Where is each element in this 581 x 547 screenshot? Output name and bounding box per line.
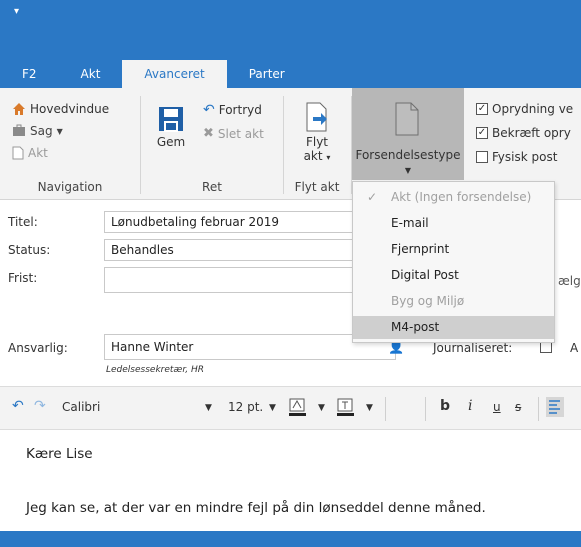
bekraeft-checkbox-row[interactable]: Bekræft opry bbox=[476, 126, 571, 140]
font-color-icon[interactable] bbox=[336, 397, 356, 420]
dropdown-item-label: Akt (Ingen forsendelse) bbox=[391, 190, 532, 204]
font-dropdown-icon[interactable]: ▼ bbox=[205, 403, 212, 413]
status-label: Status: bbox=[8, 243, 51, 257]
sag-button[interactable]: Sag ▼ bbox=[12, 124, 63, 138]
divider bbox=[425, 397, 426, 421]
bold-button[interactable]: b bbox=[440, 398, 450, 414]
dropdown-item-byg-og-miljo[interactable]: Byg og Miljø bbox=[353, 290, 554, 313]
journaliseret-label: Journaliseret: bbox=[433, 341, 513, 355]
document-icon bbox=[12, 146, 24, 160]
akt-button[interactable]: Akt bbox=[12, 146, 48, 160]
home-icon bbox=[13, 103, 25, 115]
divider bbox=[385, 397, 386, 421]
editor-body[interactable]: Kære Lise Jeg kan se, at der var en mind… bbox=[0, 430, 581, 531]
dropdown-item-akt[interactable]: ✓ Akt (Ingen forsendelse) bbox=[353, 186, 554, 209]
akt-label: Akt bbox=[28, 146, 48, 160]
dropdown-item-digital-post[interactable]: Digital Post bbox=[353, 264, 554, 287]
dropdown-item-label: Digital Post bbox=[391, 268, 459, 282]
quick-access-menu-icon[interactable]: ▾ bbox=[14, 6, 19, 17]
highlight-dropdown-icon[interactable]: ▼ bbox=[318, 403, 325, 413]
ansvarlig-label: Ansvarlig: bbox=[8, 341, 68, 355]
underline-button[interactable]: u bbox=[493, 400, 501, 414]
flyt-group: Flyt akt ▾ Flyt akt bbox=[284, 88, 350, 200]
undo-icon[interactable]: ↶ bbox=[12, 398, 24, 414]
status-bar bbox=[0, 531, 581, 547]
sag-label: Sag bbox=[30, 124, 53, 138]
frist-input[interactable] bbox=[104, 267, 356, 293]
chevron-down-icon: ▼ bbox=[56, 126, 63, 136]
forsendelsestype-label: Forsendelsestype bbox=[355, 148, 461, 162]
fortryd-button[interactable]: ↶ Fortryd bbox=[203, 102, 262, 118]
title-bar: ▾ F2 Akt Avanceret Parter bbox=[0, 0, 581, 88]
bekraeft-label: Bekræft opry bbox=[492, 126, 571, 140]
dropdown-item-label: Fjernprint bbox=[391, 242, 450, 256]
ret-group: Gem ↶ Fortryd ✖ Slet akt Ret bbox=[141, 88, 283, 200]
navigation-group: Hovedvindue Sag ▼ Akt Navigation bbox=[0, 88, 140, 200]
flyt-label-line2: akt bbox=[303, 149, 323, 163]
redo-icon[interactable]: ↷ bbox=[34, 398, 46, 414]
gem-label: Gem bbox=[156, 135, 186, 149]
size-select[interactable]: 12 pt. bbox=[228, 400, 263, 414]
chevron-down-icon: ▾ bbox=[326, 153, 331, 162]
dropdown-item-label: M4-post bbox=[391, 320, 440, 334]
ansvarlig-subtitle: Ledelsessekretær, HR bbox=[106, 365, 204, 375]
dropdown-item-label: E-mail bbox=[391, 216, 429, 230]
flyt-label-line1: Flyt bbox=[305, 135, 329, 149]
dropdown-item-m4-post[interactable]: M4-post bbox=[353, 316, 554, 339]
flyt-group-label: Flyt akt bbox=[294, 180, 340, 194]
titel-input[interactable]: Lønudbetaling februar 2019 bbox=[104, 211, 356, 233]
oprydning-label: Oprydning ve bbox=[492, 102, 574, 116]
slet-akt-label: Slet akt bbox=[217, 126, 264, 141]
align-left-icon[interactable] bbox=[546, 397, 564, 420]
chevron-down-icon: ▼ bbox=[404, 166, 412, 175]
frist-right-text: ælg bbox=[558, 274, 581, 288]
frist-label: Frist: bbox=[8, 271, 38, 285]
dropdown-item-label: Byg og Miljø bbox=[391, 294, 465, 308]
checkmark-icon: ✓ bbox=[367, 190, 378, 204]
font-color-dropdown-icon[interactable]: ▼ bbox=[366, 403, 373, 413]
hovedvindue-label: Hovedvindue bbox=[30, 102, 110, 116]
ribbon-tabs: F2 Akt Avanceret Parter bbox=[0, 60, 307, 88]
editor-line: Kære Lise bbox=[26, 446, 93, 462]
fortryd-label: Fortryd bbox=[218, 103, 262, 117]
forsendelsestype-button[interactable]: Forsendelsestype ▼ bbox=[352, 88, 464, 180]
titel-label: Titel: bbox=[8, 215, 38, 229]
fysisk-post-checkbox[interactable] bbox=[476, 151, 488, 163]
editor-line: Jeg kan se, at der var en mindre fejl på… bbox=[26, 500, 486, 516]
bekraeft-checkbox[interactable] bbox=[476, 127, 488, 139]
tab-f2[interactable]: F2 bbox=[0, 60, 59, 88]
forsendelsestype-dropdown: ✓ Akt (Ingen forsendelse) E-mail Fjernpr… bbox=[352, 181, 555, 343]
editor-toolbar: ↶ ↷ Calibri ▼ 12 pt. ▼ ▼ ▼ b i u s bbox=[0, 386, 581, 430]
dropdown-item-fjernprint[interactable]: Fjernprint bbox=[353, 238, 554, 261]
font-select[interactable]: Calibri bbox=[62, 400, 100, 414]
gem-button[interactable]: Gem bbox=[151, 106, 191, 149]
highlight-color-icon[interactable] bbox=[288, 397, 308, 420]
tab-akt[interactable]: Akt bbox=[59, 60, 123, 88]
fysisk-post-label: Fysisk post bbox=[492, 150, 558, 164]
ret-group-label: Ret bbox=[202, 180, 222, 194]
tab-parter[interactable]: Parter bbox=[227, 60, 307, 88]
delete-icon: ✖ bbox=[203, 126, 214, 141]
undo-icon: ↶ bbox=[203, 102, 215, 118]
strikethrough-button[interactable]: s bbox=[515, 400, 521, 414]
slet-akt-button[interactable]: ✖ Slet akt bbox=[203, 126, 264, 141]
move-document-icon bbox=[306, 102, 327, 132]
italic-button[interactable]: i bbox=[468, 398, 472, 414]
hovedvindue-button[interactable]: Hovedvindue bbox=[12, 102, 109, 116]
save-icon bbox=[159, 107, 183, 132]
tab-avanceret[interactable]: Avanceret bbox=[122, 60, 227, 88]
case-icon bbox=[13, 124, 25, 136]
oprydning-checkbox-row[interactable]: Oprydning ve bbox=[476, 102, 573, 116]
flyt-akt-button[interactable]: Flyt akt ▾ bbox=[292, 102, 342, 165]
size-dropdown-icon[interactable]: ▼ bbox=[269, 403, 276, 413]
document-icon bbox=[395, 102, 419, 136]
status-field[interactable]: Behandles bbox=[104, 239, 356, 261]
divider bbox=[538, 397, 539, 421]
oprydning-checkbox[interactable] bbox=[476, 103, 488, 115]
dropdown-item-email[interactable]: E-mail bbox=[353, 212, 554, 235]
fysisk-post-checkbox-row[interactable]: Fysisk post bbox=[476, 150, 557, 164]
journaliseret-right-text: A bbox=[570, 341, 579, 355]
navigation-group-label: Navigation bbox=[37, 180, 103, 194]
